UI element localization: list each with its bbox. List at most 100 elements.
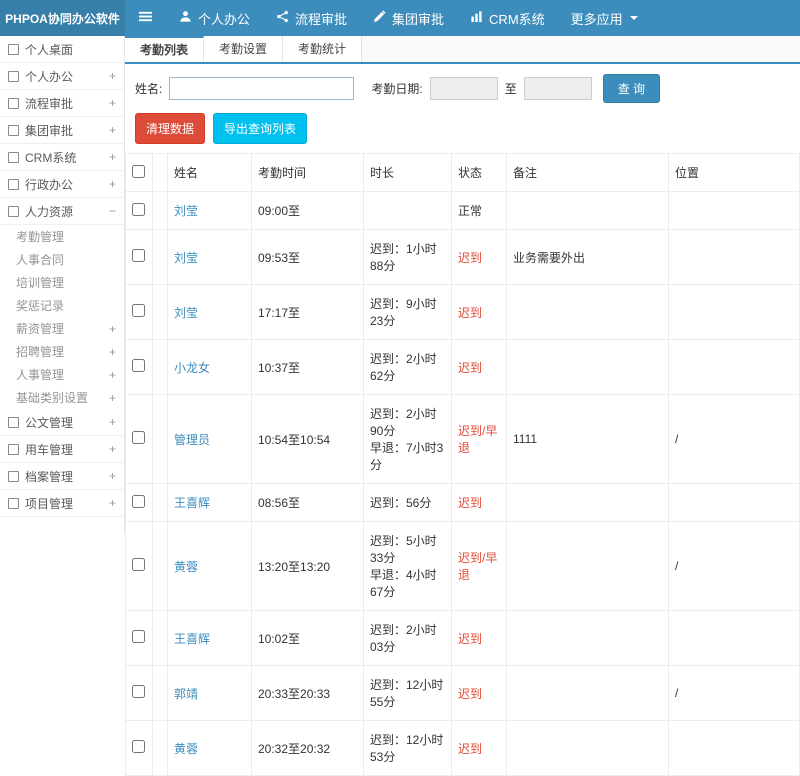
duration-cell: 迟到：2小时90分 早退：7小时3分 [363,394,452,484]
duration-cell: 迟到：12小时53分 [363,720,452,776]
workflow-icon [8,97,19,109]
header-time: 考勤时间 [251,153,364,192]
note-cell [506,483,669,522]
expand-toggle: + [108,415,116,429]
sidebar-item-personal-office[interactable]: 个人办公 + [0,63,124,90]
sidebar-toggle-button[interactable] [125,0,166,36]
row-checkbox[interactable] [132,630,145,643]
sidebar-subitem-category-settings[interactable]: 基础类别设置 + [0,386,124,409]
row-checkbox[interactable] [132,359,145,372]
location-cell: / [668,394,800,484]
nav-item-workflow-approval[interactable]: 流程审批 [263,0,360,36]
sidebar-subitem-hr-contract[interactable]: 人事合同 [0,248,124,271]
date-from-input[interactable] [429,77,498,100]
employee-name-link[interactable]: 黄蓉 [174,742,198,756]
tab-bar: 考勤列表 考勤设置 考勤统计 [125,36,800,64]
row-checkbox[interactable] [132,202,145,216]
row-checkbox[interactable] [132,740,145,753]
header-status: 状态 [451,153,507,192]
row-checkbox[interactable] [132,304,145,317]
sidebar-item-desktop[interactable]: 个人桌面 [0,36,124,63]
location-cell: / [668,665,800,721]
row-checkbox[interactable] [132,685,145,698]
time-cell: 13:20至13:20 [251,521,364,611]
sidebar-item-vehicle[interactable]: 用车管理 + [0,436,124,463]
tab-attendance-settings[interactable]: 考勤设置 [204,36,284,62]
employee-name-link[interactable]: 刘莹 [174,204,198,218]
nav-item-group-approval[interactable]: 集团审批 [360,0,457,36]
nav-item-personal-office[interactable]: 个人办公 [166,0,263,36]
row-checkbox[interactable] [132,249,145,262]
car-icon [8,443,19,455]
table-row: 管理员 10:54至10:54 迟到：2小时90分 早退：7小时3分 迟到/早退… [125,394,800,484]
search-button[interactable]: 查 询 [602,74,661,103]
clean-data-button[interactable]: 清理数据 [135,113,206,144]
location-cell [668,483,800,522]
row-checkbox[interactable] [132,494,145,508]
sidebar-item-group-approval[interactable]: 集团审批 + [0,117,124,144]
date-filter-label: 考勤日期: [371,82,423,96]
sidebar-subitem-salary[interactable]: 薪资管理 + [0,317,124,340]
note-cell [506,665,669,721]
location-cell [668,229,800,285]
sidebar-item-admin-office[interactable]: 行政办公 + [0,171,124,198]
sidebar-item-projects[interactable]: 项目管理 + [0,490,124,517]
expand-toggle: + [108,177,116,191]
chart-icon [8,151,19,163]
time-cell: 09:00至 [251,191,364,230]
user-icon [8,70,19,82]
select-all-checkbox[interactable] [132,164,145,178]
select-all-cell [125,153,153,192]
duration-cell [363,191,452,230]
status-cell: 迟到 [451,339,507,395]
sidebar-item-archives[interactable]: 档案管理 + [0,463,124,490]
nav-item-crm[interactable]: CRM系统 [457,0,558,36]
row-checkbox[interactable] [132,558,145,571]
note-cell [506,284,669,340]
collapse-toggle: − [108,204,116,218]
employee-name-link[interactable]: 刘莹 [174,251,198,265]
expand-toggle: + [108,442,116,456]
employee-name-link[interactable]: 管理员 [174,433,210,447]
tab-attendance-list[interactable]: 考勤列表 [125,36,205,62]
nav-item-more-apps[interactable]: 更多应用 [558,0,652,36]
sidebar-subitem-personnel[interactable]: 人事管理 + [0,363,124,386]
time-cell: 10:02至 [251,610,364,666]
sidebar-item-crm[interactable]: CRM系统 + [0,144,124,171]
employee-name-link[interactable]: 小龙女 [174,361,210,375]
date-to-input[interactable] [523,77,592,100]
sidebar-subitem-rewards[interactable]: 奖惩记录 [0,294,124,317]
expand-toggle: + [108,150,116,164]
table-row: 黄蓉 20:32至20:32 迟到：12小时53分 迟到 [125,720,800,776]
nav-item-label: CRM系统 [489,11,545,27]
filter-bar: 姓名: 考勤日期: 至 查 询 [125,64,800,111]
sidebar-item-workflow-approval[interactable]: 流程审批 + [0,90,124,117]
employee-name-link[interactable]: 刘莹 [174,306,198,320]
employee-name-link[interactable]: 王喜辉 [174,496,210,510]
table-row: 郭靖 20:33至20:33 迟到：12小时55分 迟到 / [125,665,800,721]
sidebar-subitem-training[interactable]: 培训管理 [0,271,124,294]
name-filter-input[interactable] [169,77,355,100]
sidebar-item-documents[interactable]: 公文管理 + [0,409,124,436]
duration-cell: 迟到：1小时88分 [363,229,452,285]
time-cell: 09:53至 [251,229,364,285]
employee-name-link[interactable]: 郭靖 [174,687,198,701]
tab-attendance-stats[interactable]: 考勤统计 [283,36,363,62]
sidebar-subitem-attendance[interactable]: 考勤管理 [0,225,124,248]
main-content: 考勤列表 考勤设置 考勤统计 姓名: 考勤日期: 至 查 询 清理数据 导出查询… [125,36,800,776]
row-checkbox[interactable] [132,431,145,444]
spacer-header-cell [152,153,168,192]
app-logo: PHPOA协同办公软件 [0,0,125,36]
export-list-button[interactable]: 导出查询列表 [213,113,308,144]
time-cell: 20:32至20:32 [251,720,364,776]
time-cell: 20:33至20:33 [251,665,364,721]
employee-name-link[interactable]: 黄蓉 [174,560,198,574]
employee-name-link[interactable]: 王喜辉 [174,632,210,646]
bar-chart-icon [470,10,483,26]
location-cell [668,610,800,666]
sidebar-subitem-recruitment[interactable]: 招聘管理 + [0,340,124,363]
location-cell [668,339,800,395]
nav-item-label: 更多应用 [570,11,623,27]
sidebar-item-hr[interactable]: 人力资源 − [0,198,124,225]
top-navbar: PHPOA协同办公软件 个人办公 流程审批 集团审批 CRM系统 更多应用 [0,0,800,36]
